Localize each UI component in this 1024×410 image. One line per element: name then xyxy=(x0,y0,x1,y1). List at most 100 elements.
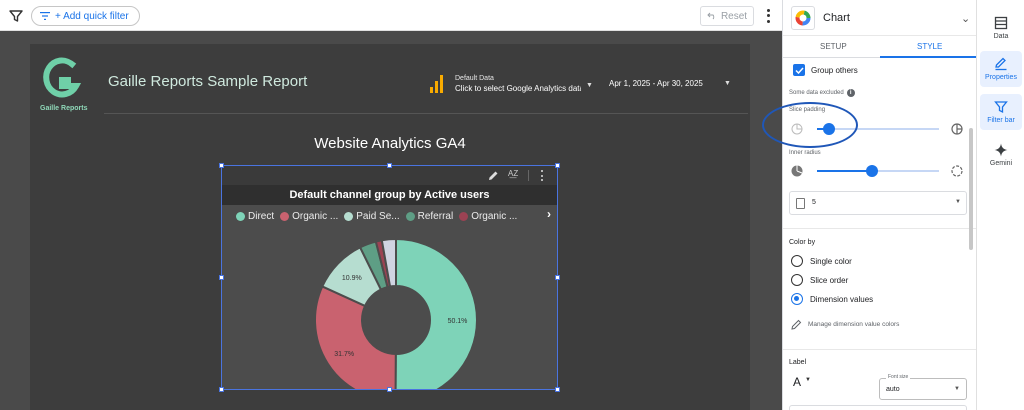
date-range-control[interactable]: Apr 1, 2025 - Apr 30, 2025 xyxy=(609,79,703,88)
resize-handle-tc[interactable] xyxy=(387,163,392,168)
font-size-select[interactable]: Font size auto ▼ xyxy=(879,374,967,400)
resize-handle-ml[interactable] xyxy=(219,275,224,280)
date-range-caret-icon[interactable]: ▼ xyxy=(724,80,731,87)
font-color-icon[interactable]: A xyxy=(793,375,801,389)
caret-down-icon: ▼ xyxy=(955,199,961,205)
legend-swatch xyxy=(405,211,415,221)
rail-label-filter-bar: Filter bar xyxy=(987,117,1015,124)
font-size-label: Font size xyxy=(886,374,911,380)
legend-swatch xyxy=(459,211,469,221)
tab-style[interactable]: STYLE xyxy=(917,42,942,51)
analytics-icon[interactable] xyxy=(430,75,446,93)
resize-handle-mr[interactable] xyxy=(555,275,560,280)
chart-title: Default channel group by Active users xyxy=(222,185,557,205)
legend-swatch xyxy=(236,211,245,221)
color-option-dimension-values[interactable]: Dimension values xyxy=(791,293,873,305)
inner-radius-min-icon xyxy=(791,165,803,177)
reset-button[interactable]: Reset xyxy=(700,6,754,26)
radio-single-color[interactable] xyxy=(791,255,803,267)
pie-chart-widget[interactable]: A͟Z Default channel group by Active user… xyxy=(221,165,558,390)
manage-dimension-colors-link[interactable]: Manage dimension value colors xyxy=(791,319,899,330)
info-icon[interactable]: i xyxy=(846,89,855,97)
header-divider xyxy=(104,113,748,114)
font-color-caret-icon[interactable]: ▼ xyxy=(805,377,811,383)
legend-label: Referral xyxy=(417,210,454,222)
chart-type-selector[interactable] xyxy=(791,6,815,30)
resize-handle-br[interactable] xyxy=(555,387,560,392)
panel-title: Chart xyxy=(823,12,850,24)
toolbar-separator xyxy=(528,170,529,181)
group-others-label: Group others xyxy=(811,65,858,75)
font-size-value: auto xyxy=(886,386,900,393)
slider-fill xyxy=(817,170,872,172)
slices-count-select[interactable]: 5 ▼ xyxy=(789,191,967,215)
rail-item-filter-bar[interactable]: Filter bar xyxy=(980,94,1022,130)
section-title: Website Analytics GA4 xyxy=(314,135,466,152)
section-divider xyxy=(783,228,976,229)
edit-pencil-icon[interactable] xyxy=(488,170,499,181)
resize-handle-bc[interactable] xyxy=(387,387,392,392)
group-others-checkbox[interactable] xyxy=(793,64,805,76)
slice-data-label: 50.1% xyxy=(448,318,468,325)
tab-setup[interactable]: SETUP xyxy=(820,42,847,51)
legend-label: Organic ... xyxy=(471,210,518,222)
resize-handle-tl[interactable] xyxy=(219,163,224,168)
filter-list-icon xyxy=(40,12,50,20)
panel-scrollbar[interactable] xyxy=(969,128,973,250)
more-options-icon[interactable] xyxy=(763,8,773,24)
rail-item-gemini[interactable]: Gemini xyxy=(980,137,1022,173)
sort-az-icon[interactable]: A͟Z xyxy=(508,169,518,178)
annotation-highlight-ellipse xyxy=(762,102,858,148)
reset-label: Reset xyxy=(720,10,748,22)
legend-label: Direct xyxy=(248,210,275,222)
legend-swatch xyxy=(344,211,354,221)
data-source-caret-icon[interactable]: ▼ xyxy=(586,82,593,89)
inner-radius-max-icon xyxy=(951,165,963,177)
sparkle-icon xyxy=(994,143,1008,157)
resize-handle-tr[interactable] xyxy=(555,163,560,168)
properties-icon xyxy=(995,57,1007,71)
group-others-checkbox-row[interactable]: Group others xyxy=(793,64,858,76)
data-source-name[interactable]: Default Data xyxy=(455,75,494,82)
add-quick-filter-button[interactable]: + Add quick filter xyxy=(31,6,140,26)
rail-label-properties: Properties xyxy=(985,74,1017,81)
donut-slice[interactable] xyxy=(394,237,478,389)
rail-item-data[interactable]: Data xyxy=(980,10,1022,46)
legend-next-icon[interactable]: › xyxy=(547,207,551,221)
panel-tabs: SETUP STYLE xyxy=(783,36,976,58)
some-data-excluded-note: Some data excluded i xyxy=(789,89,855,97)
radio-slice-order[interactable] xyxy=(791,274,803,286)
chart-more-icon[interactable] xyxy=(540,170,544,181)
caret-down-icon: ▼ xyxy=(954,386,960,392)
document-icon xyxy=(796,198,805,209)
top-filter-bar: + Add quick filter Reset xyxy=(0,0,782,31)
section-divider xyxy=(783,349,976,350)
rail-item-properties[interactable]: Properties xyxy=(980,51,1022,87)
legend-label: Organic ... xyxy=(292,210,339,222)
slider-thumb[interactable] xyxy=(865,165,878,177)
next-field[interactable] xyxy=(789,405,967,410)
legend-swatch xyxy=(280,211,290,221)
data-source-hint[interactable]: Click to select Google Analytics data xyxy=(455,84,581,93)
radio-dimension-values[interactable] xyxy=(791,293,803,305)
donut-chart[interactable]: 50.1% 31.7% 10.9% xyxy=(222,221,557,389)
slice-data-label: 31.7% xyxy=(334,351,354,358)
radio-label: Slice order xyxy=(810,275,849,285)
donut-chart-icon xyxy=(795,10,811,26)
add-quick-filter-label: + Add quick filter xyxy=(55,10,129,22)
chevron-down-icon[interactable]: ⌄ xyxy=(961,12,970,25)
inner-radius-slider[interactable] xyxy=(817,164,939,178)
color-option-single-color[interactable]: Single color xyxy=(791,255,852,267)
app-root: + Add quick filter Reset Gaille Reports … xyxy=(0,0,1024,410)
right-rail: Data Properties Filter bar Gemini xyxy=(976,0,1024,410)
undo-icon xyxy=(707,12,715,20)
filter-icon[interactable] xyxy=(8,8,24,24)
radio-label: Single color xyxy=(810,256,852,266)
some-data-excluded-text: Some data excluded xyxy=(789,90,844,96)
resize-handle-bl[interactable] xyxy=(219,387,224,392)
inner-radius-label: Inner radius xyxy=(789,150,821,156)
color-option-slice-order[interactable]: Slice order xyxy=(791,274,848,286)
radio-label: Dimension values xyxy=(810,294,874,304)
pencil-icon xyxy=(791,319,802,330)
logo-text: Gaille Reports xyxy=(40,105,88,112)
